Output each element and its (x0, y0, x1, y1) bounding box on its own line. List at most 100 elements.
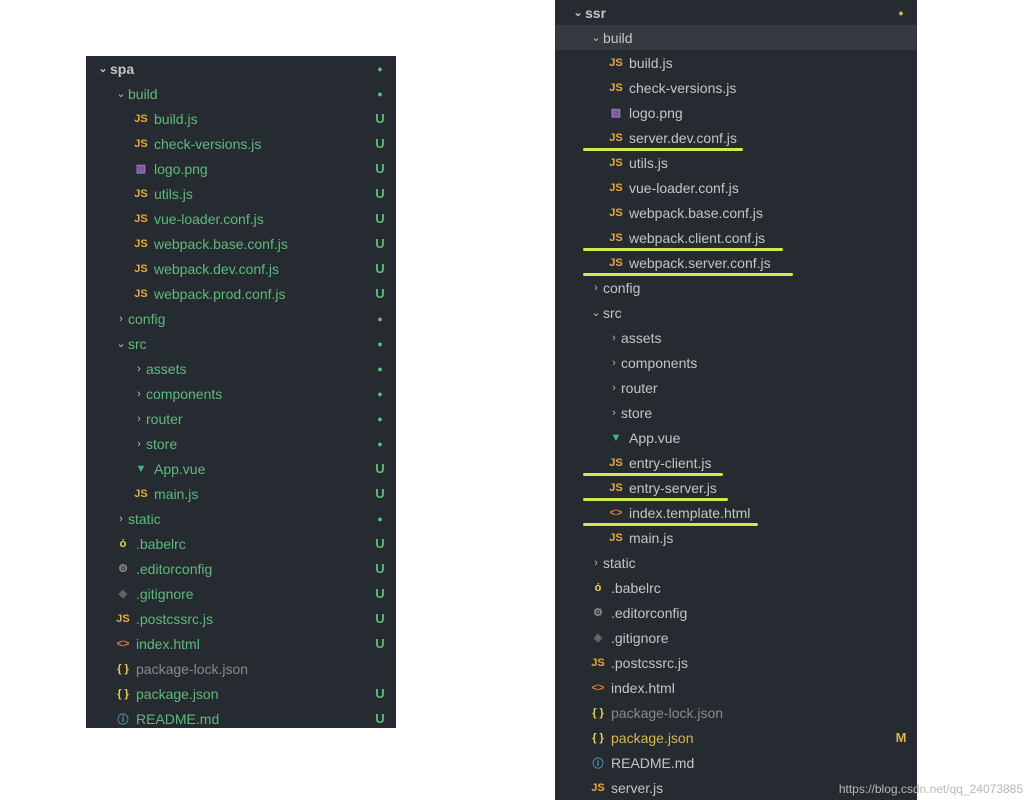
tree-root[interactable]: ⌄spa● (86, 56, 396, 81)
item-label: index.html (136, 636, 372, 652)
tree-file[interactable]: ⚙.editorconfig (555, 600, 917, 625)
html-icon: <> (607, 507, 625, 519)
tree-file[interactable]: <>index.template.html (555, 500, 917, 525)
item-label: vue-loader.conf.js (629, 180, 909, 196)
tree-folder[interactable]: ›static (555, 550, 917, 575)
tree-file[interactable]: ◈.gitignore (555, 625, 917, 650)
tree-folder[interactable]: ›config (555, 275, 917, 300)
tree-file[interactable]: JSbuild.jsU (86, 106, 396, 131)
git-status-untracked: U (372, 161, 388, 176)
chevron-right-icon: › (589, 557, 603, 569)
item-label: static (128, 511, 372, 527)
tree-root[interactable]: ⌄ssr● (555, 0, 917, 25)
tree-folder[interactable]: ›store● (86, 431, 396, 456)
folder-label: spa (110, 61, 372, 77)
item-label: README.md (136, 711, 372, 727)
json-icon: { } (589, 707, 607, 719)
tree-folder[interactable]: ⌄src (555, 300, 917, 325)
tree-file[interactable]: ⚙.editorconfigU (86, 556, 396, 581)
tree-file[interactable]: ό.babelrcU (86, 531, 396, 556)
item-label: logo.png (629, 105, 909, 121)
item-label: build (128, 86, 372, 102)
tree-folder[interactable]: ›static● (86, 506, 396, 531)
json-icon: { } (589, 732, 607, 744)
tree-file[interactable]: JSmain.jsU (86, 481, 396, 506)
tree-file[interactable]: JSbuild.js (555, 50, 917, 75)
tree-folder[interactable]: ⌄src● (86, 331, 396, 356)
tree-file[interactable]: JSserver.dev.conf.js (555, 125, 917, 150)
js-icon: JS (607, 482, 625, 494)
item-label: package.json (611, 730, 893, 746)
chevron-right-icon: › (607, 332, 621, 344)
git-status-untracked: U (372, 261, 388, 276)
gear-icon: ⚙ (114, 562, 132, 575)
tree-file[interactable]: ▨logo.pngU (86, 156, 396, 181)
tree-file[interactable]: JSwebpack.prod.conf.jsU (86, 281, 396, 306)
tree-file[interactable]: JSwebpack.server.conf.js (555, 250, 917, 275)
tree-folder[interactable]: ⌄build● (86, 81, 396, 106)
tree-folder[interactable]: ›config● (86, 306, 396, 331)
git-status-untracked: U (372, 711, 388, 726)
tree-folder[interactable]: ›router (555, 375, 917, 400)
vue-icon: ▼ (607, 432, 625, 444)
tree-file[interactable]: ⓘREADME.md (555, 750, 917, 775)
tree-folder[interactable]: ›router● (86, 406, 396, 431)
tree-file[interactable]: ◈.gitignoreU (86, 581, 396, 606)
tree-file[interactable]: JSwebpack.client.conf.js (555, 225, 917, 250)
tree-file[interactable]: JSvue-loader.conf.js (555, 175, 917, 200)
highlight-underline (583, 248, 783, 251)
tree-file[interactable]: { }package.jsonU (86, 681, 396, 706)
item-label: package.json (136, 686, 372, 702)
tree-file[interactable]: { } package-lock.json (555, 700, 917, 725)
tree-file[interactable]: JSutils.jsU (86, 181, 396, 206)
tree-file[interactable]: { }package-lock.json (86, 656, 396, 681)
tree-file[interactable]: JSwebpack.dev.conf.jsU (86, 256, 396, 281)
chevron-right-icon: › (114, 313, 128, 325)
js-icon: JS (132, 488, 150, 500)
tree-file[interactable]: JSutils.js (555, 150, 917, 175)
item-label: index.html (611, 680, 909, 696)
js-icon: JS (607, 207, 625, 219)
js-icon: JS (607, 82, 625, 94)
item-label: src (128, 336, 372, 352)
tree-folder[interactable]: ›store (555, 400, 917, 425)
git-status-dot: ● (372, 439, 388, 449)
item-label: webpack.client.conf.js (629, 230, 909, 246)
item-label: package-lock.json (611, 705, 909, 721)
tree-file[interactable]: ▨logo.png (555, 100, 917, 125)
git-status-dot: ● (372, 364, 388, 374)
tree-file[interactable]: <>index.html (555, 675, 917, 700)
js-icon: JS (607, 532, 625, 544)
tree-folder[interactable]: ⌄build (555, 25, 917, 50)
item-label: vue-loader.conf.js (154, 211, 372, 227)
tree-file[interactable]: JSentry-server.js (555, 475, 917, 500)
tree-file[interactable]: ▼App.vueU (86, 456, 396, 481)
tree-file[interactable]: JSwebpack.base.conf.jsU (86, 231, 396, 256)
git-status-untracked: U (372, 486, 388, 501)
tree-file[interactable]: JSentry-client.js (555, 450, 917, 475)
tree-file[interactable]: JSmain.js (555, 525, 917, 550)
tree-file[interactable]: JS.postcssrc.jsU (86, 606, 396, 631)
tree-file[interactable]: ό.babelrc (555, 575, 917, 600)
tree-folder[interactable]: ›assets● (86, 356, 396, 381)
tree-file[interactable]: JScheck-versions.jsU (86, 131, 396, 156)
tree-file[interactable]: { }package.jsonM (555, 725, 917, 750)
tree-file[interactable]: ⓘREADME.mdU (86, 706, 396, 731)
tree-folder[interactable]: ›components● (86, 381, 396, 406)
item-label: App.vue (629, 430, 909, 446)
item-label: router (621, 380, 909, 396)
tree-file[interactable]: JSwebpack.base.conf.js (555, 200, 917, 225)
js-icon: JS (132, 238, 150, 250)
tree-file[interactable]: <>index.htmlU (86, 631, 396, 656)
chevron-right-icon: › (132, 438, 146, 450)
item-label: .babelrc (136, 536, 372, 552)
js-icon: JS (607, 157, 625, 169)
tree-folder[interactable]: ›assets (555, 325, 917, 350)
tree-file[interactable]: JS.postcssrc.js (555, 650, 917, 675)
git-status-dot: ● (372, 514, 388, 524)
chevron-right-icon: › (132, 413, 146, 425)
tree-folder[interactable]: ›components (555, 350, 917, 375)
tree-file[interactable]: JSvue-loader.conf.jsU (86, 206, 396, 231)
tree-file[interactable]: JScheck-versions.js (555, 75, 917, 100)
tree-file[interactable]: ▼ App.vue (555, 425, 917, 450)
